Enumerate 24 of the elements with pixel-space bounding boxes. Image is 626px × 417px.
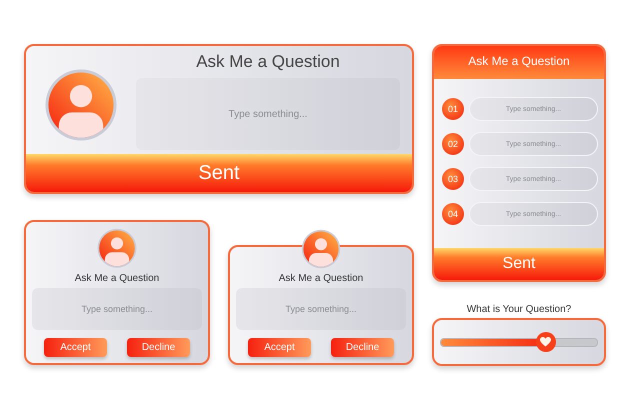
slider-title: What is Your Question?	[466, 304, 572, 315]
avatar-icon	[95, 228, 139, 268]
card-title: Ask Me a Question	[196, 52, 340, 72]
decline-button[interactable]: Decline	[331, 338, 394, 357]
avatar-icon	[299, 229, 343, 269]
slider[interactable]	[440, 332, 598, 352]
avatar-icon	[44, 68, 118, 142]
sent-button[interactable]: Sent	[434, 248, 604, 280]
number-badge: 02	[442, 133, 464, 155]
input-field[interactable]: Type something...	[136, 78, 400, 150]
number-badge: 03	[442, 168, 464, 190]
input-field[interactable]: Type something...	[236, 288, 406, 330]
decline-button[interactable]: Decline	[127, 338, 190, 357]
card-title: Ask Me a Question	[278, 273, 364, 284]
accept-button[interactable]: Accept	[44, 338, 107, 357]
card-title: Ask Me a Question	[74, 272, 160, 284]
card-header: Ask Me a Question	[434, 46, 604, 79]
slider-thumb[interactable]	[536, 332, 556, 352]
number-badge: 04	[442, 203, 464, 225]
heart-icon	[540, 337, 552, 347]
accept-button[interactable]: Accept	[248, 338, 311, 357]
number-badge: 01	[442, 98, 464, 120]
sent-button[interactable]: Sent	[26, 154, 412, 192]
input-field[interactable]: Type something...	[32, 288, 202, 330]
